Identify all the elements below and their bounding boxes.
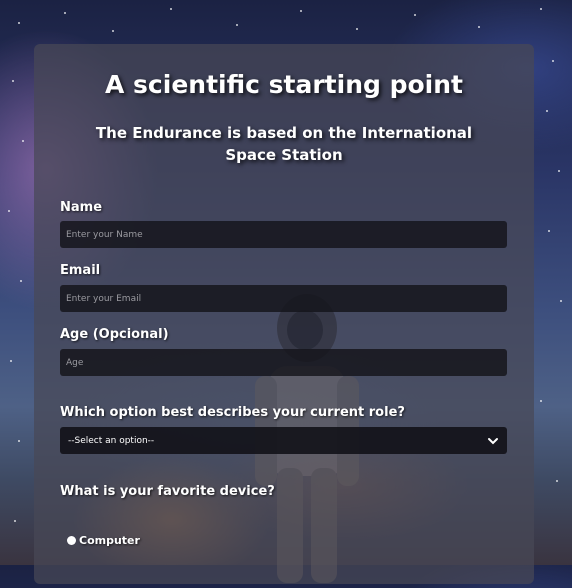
device-option-computer[interactable]: Computer [67,534,140,547]
survey-form-card: A scientific starting point The Enduranc… [34,44,534,584]
device-label: What is your favorite device? [60,484,275,499]
age-input[interactable] [60,349,507,376]
name-input[interactable] [60,221,507,248]
name-label: Name [60,200,103,215]
computer-radio-label: Computer [79,534,140,547]
page-subtitle: The Endurance is based on the Internatio… [95,124,473,164]
role-select[interactable]: --Select an option-- [60,427,507,454]
email-input[interactable] [60,285,507,312]
chevron-down-icon [488,437,498,444]
age-label: Age (Opcional) [60,327,169,342]
role-label: Which option best describes your current… [60,405,405,420]
email-label: Email [60,263,101,278]
page-title: A scientific starting point [105,70,463,99]
role-select-value: --Select an option-- [68,435,155,446]
computer-radio[interactable] [67,536,76,545]
